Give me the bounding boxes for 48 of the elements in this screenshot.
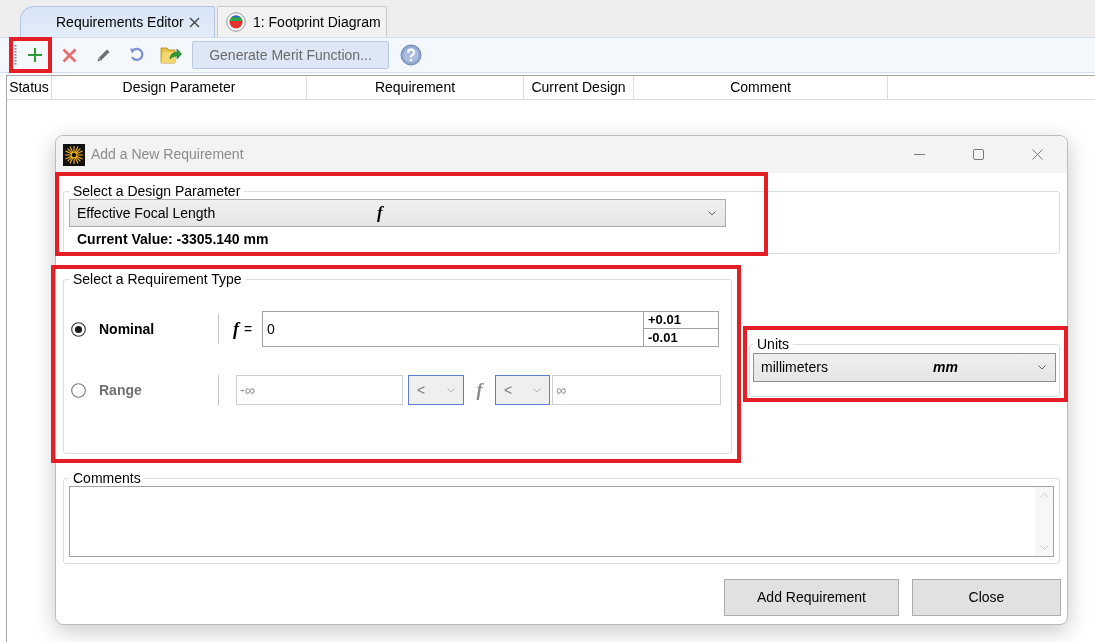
pencil-icon[interactable] [95,47,111,63]
group-label: Select a Requirement Type [72,271,243,287]
parameter-dropdown[interactable]: Effective Focal Length f [69,199,726,227]
starburst-icon [63,143,85,166]
dialog-button[interactable]: Add Requirement [724,579,899,616]
group-label: Select a Design Parameter [72,183,242,199]
close-icon[interactable] [1032,149,1043,160]
sphere-icon [226,12,246,32]
close-icon[interactable] [188,16,200,28]
symbol-label: f [476,380,483,400]
radio-button[interactable] [71,321,86,337]
chevron-down-icon [533,387,541,393]
current-value-text: Current Value: -3305.140 mm [76,231,269,247]
operator-dropdown[interactable]: < [495,375,550,405]
chevron-down-icon [1038,365,1046,370]
grip-icon[interactable] [14,44,17,66]
relation-label: = [244,319,253,339]
plus-icon[interactable] [27,47,43,63]
option-label: Nominal [99,319,155,339]
value-field[interactable]: 0 [262,311,644,347]
maximize-icon[interactable] [973,149,984,160]
dialog-button[interactable]: Close [912,579,1061,616]
column-header[interactable]: Status [7,76,52,99]
cross-icon[interactable] [61,47,77,63]
group-label: Units [756,336,790,352]
units-dropdown[interactable]: millimeters mm [753,353,1056,382]
column-header[interactable]: Requirement [307,76,524,99]
column-header[interactable]: Current Design [524,76,634,99]
group-label: Comments [72,470,142,486]
operator-dropdown[interactable]: < [408,375,464,405]
upper-bound-field[interactable]: ∞ [552,375,721,405]
chevron-down-icon [708,210,716,216]
column-header[interactable]: Comment [634,76,888,99]
radio-button[interactable] [71,382,86,398]
comments-field[interactable] [69,486,1054,557]
column-header[interactable]: Design Parameter [52,76,307,99]
folder-arrow-icon[interactable] [160,45,182,65]
undo-icon[interactable] [129,47,145,63]
tab[interactable]: Requirements Editor [20,6,215,37]
lower-bound-field[interactable]: -∞ [236,375,403,405]
tab[interactable]: 1: Footprint Diagram [217,6,387,37]
tolerance-field[interactable]: +0.01 [644,311,719,329]
option-label: Range [99,380,142,400]
help-icon[interactable] [400,44,422,66]
symbol-label: f [233,319,239,339]
window-title: Add a New Requirement [91,145,244,164]
tolerance-field[interactable]: -0.01 [644,329,719,347]
chevron-down-icon [447,387,455,393]
